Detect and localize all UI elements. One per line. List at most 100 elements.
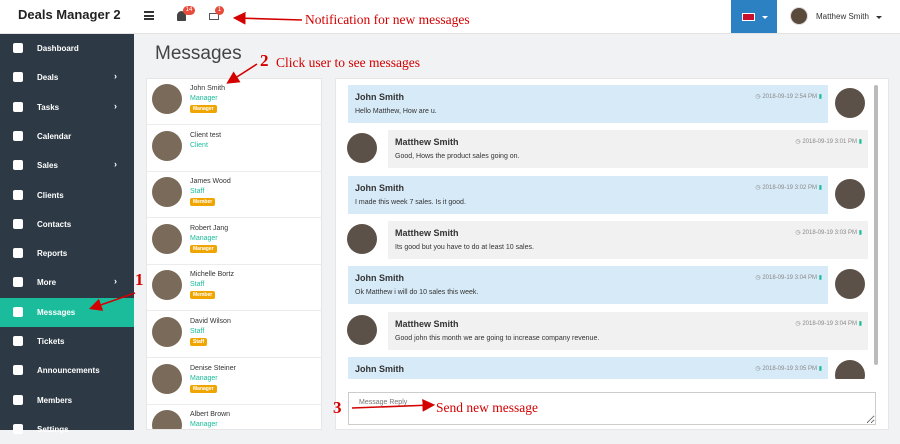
user-name: Albert Brown (190, 411, 231, 419)
list-item[interactable]: Albert Brown Manager (147, 405, 321, 429)
status-badge: Staff (190, 338, 208, 346)
scrollbar[interactable] (874, 85, 878, 365)
message-timestamp: ◷ 2018-09-19 3:03 PM ▮ (795, 229, 862, 236)
sidebar-item-settings[interactable]: Settings (0, 415, 134, 444)
message-timestamp: ◷ 2018-09-19 2:54 PM ▮ (755, 93, 822, 100)
message-text: Ok Matthew i will do 10 sales this week. (355, 289, 479, 297)
user-name: Robert Jang (190, 224, 229, 232)
list-item[interactable]: Michelle Bortz Staff Member (147, 265, 321, 312)
sidebar-item-label: Settings (37, 424, 69, 434)
app-brand[interactable]: Deals Manager 2 (0, 0, 134, 34)
sidebar-item-label: Announcements (37, 366, 100, 376)
sidebar-item-clients[interactable]: Clients (0, 181, 134, 210)
user-name: Denise Steiner (190, 364, 236, 372)
message-text: Its good but you have to do at least 10 … (395, 243, 534, 251)
sidebar-item-contacts[interactable]: Contacts (0, 210, 134, 239)
status-badge: Manager (190, 384, 217, 393)
message-text: Hello Matthew, How are u. (355, 108, 437, 115)
annotation-number-3: 3 (333, 398, 342, 417)
message-sender: John Smith (355, 273, 404, 284)
message-reply-input[interactable] (348, 392, 876, 425)
user-role: Staff (190, 328, 205, 335)
caret-down-icon (762, 16, 768, 19)
message-bubble: Matthew Smith ◷ 2018-09-19 3:03 PM ▮ Its g… (388, 220, 868, 259)
trash-icon[interactable]: ▮ (819, 185, 822, 191)
message-bubble: Matthew Smith ◷ 2018-09-19 3:01 PM ▮ Good,… (388, 130, 868, 169)
chevron-right-icon: › (114, 100, 117, 111)
chevron-right-icon: › (114, 276, 117, 287)
sidebar-item-label: Tickets (37, 337, 65, 346)
gear-icon (13, 277, 23, 288)
sidebar-item-sales[interactable]: Sales › (0, 151, 134, 180)
sidebar-item-calendar[interactable]: Calendar (0, 122, 134, 151)
trash-icon[interactable]: ▮ (819, 94, 822, 100)
page-title: Messages (155, 43, 242, 64)
sidebar-item-more[interactable]: More › (0, 268, 134, 297)
sidebar-item-tickets[interactable]: Tickets (0, 327, 134, 356)
language-button[interactable] (731, 0, 777, 33)
list-item[interactable]: Robert Jang Manager Manager (147, 219, 321, 265)
avatar[interactable] (790, 7, 808, 25)
message-bubble: John Smith ◷ 2018-09-19 3:05 PM ▮ (348, 356, 828, 379)
message-bubble: John Smith ◷ 2018-09-19 3:02 PM ▮ I made t… (348, 175, 828, 214)
list-item[interactable]: James Wood Staff Member (147, 172, 321, 219)
sidebar-item-announcements[interactable]: Announcements (0, 356, 134, 385)
list-item[interactable]: David Wilson Staff Staff (147, 312, 321, 358)
list-icon (13, 101, 23, 112)
message-sender: Matthew Smith (395, 227, 459, 238)
sidebar-item-reports[interactable]: Reports (0, 239, 134, 268)
message-sender: John Smith (355, 92, 404, 102)
user-menu-name[interactable]: Matthew Smith (816, 12, 869, 21)
chat-panel: John Smith ◷ 2018-09-19 2:54 PM ▮ Hello Ma… (335, 78, 889, 430)
building-icon (13, 189, 23, 200)
message-count-badge: 1 (215, 6, 224, 15)
user-name: Client test (190, 131, 222, 139)
rocket-icon (13, 72, 23, 83)
message-thread[interactable]: John Smith ◷ 2018-09-19 2:54 PM ▮ Hello Ma… (343, 85, 874, 379)
avatar (152, 223, 182, 254)
message-sender: Matthew Smith (395, 137, 459, 148)
sidebar-item-label: Tasks (37, 102, 60, 112)
message-bubble: John Smith ◷ 2018-09-19 2:54 PM ▮ Hello Ma… (348, 85, 828, 123)
avatar (152, 270, 182, 301)
sidebar-item-messages[interactable]: Messages (0, 297, 134, 327)
list-item[interactable]: Denise Steiner Manager Manager (147, 359, 321, 405)
timestamp-text: 2018-09-19 3:01 PM (802, 139, 858, 146)
status-badge: Member (190, 198, 216, 207)
list-item[interactable]: Client test Client (147, 126, 321, 172)
user-role: Manager (190, 95, 218, 102)
sidebar-item-deals[interactable]: Deals › (0, 63, 134, 92)
sidebar-item-label: Messages (37, 307, 76, 317)
caret-down-icon[interactable] (876, 16, 882, 19)
message-text: Good john this month we are going to inc… (395, 334, 600, 342)
timestamp-text: 2018-09-19 3:03 PM (802, 229, 858, 236)
avatar (152, 410, 182, 429)
ticket-icon (13, 336, 23, 346)
list-item[interactable]: John Smith Manager Manager (147, 79, 321, 125)
trash-icon[interactable]: ▮ (819, 366, 822, 372)
avatar (152, 84, 182, 114)
message-text: Good, Hows the product sales going on. (395, 153, 520, 161)
sidebar-item-dashboard[interactable]: Dashboard (0, 34, 134, 63)
sidebar-item-tasks[interactable]: Tasks › (0, 93, 134, 122)
message-bubble: John Smith ◷ 2018-09-19 3:04 PM ▮ Ok Matth… (348, 266, 828, 305)
avatar (835, 178, 865, 209)
trash-icon[interactable]: ▮ (859, 321, 862, 327)
trash-icon[interactable]: ▮ (859, 230, 862, 236)
calendar-icon (13, 130, 23, 141)
user-role: Manager (190, 421, 218, 429)
hamburger-menu-icon[interactable] (144, 11, 154, 20)
status-badge: Manager (190, 105, 217, 113)
sidebar-item-label: Deals (37, 73, 59, 83)
sidebar-item-label: Dashboard (37, 44, 79, 53)
user-name: James Wood (190, 178, 231, 186)
users-icon (13, 218, 23, 229)
message-bubble: Matthew Smith ◷ 2018-09-19 3:04 PM ▮ Good … (388, 311, 868, 350)
message-timestamp: ◷ 2018-09-19 3:01 PM ▮ (795, 138, 862, 145)
bullhorn-icon (13, 365, 23, 376)
avatar (835, 359, 865, 379)
trash-icon[interactable]: ▮ (859, 139, 862, 145)
trash-icon[interactable]: ▮ (819, 275, 822, 281)
avatar (152, 317, 182, 347)
sidebar-item-members[interactable]: Members (0, 386, 134, 415)
